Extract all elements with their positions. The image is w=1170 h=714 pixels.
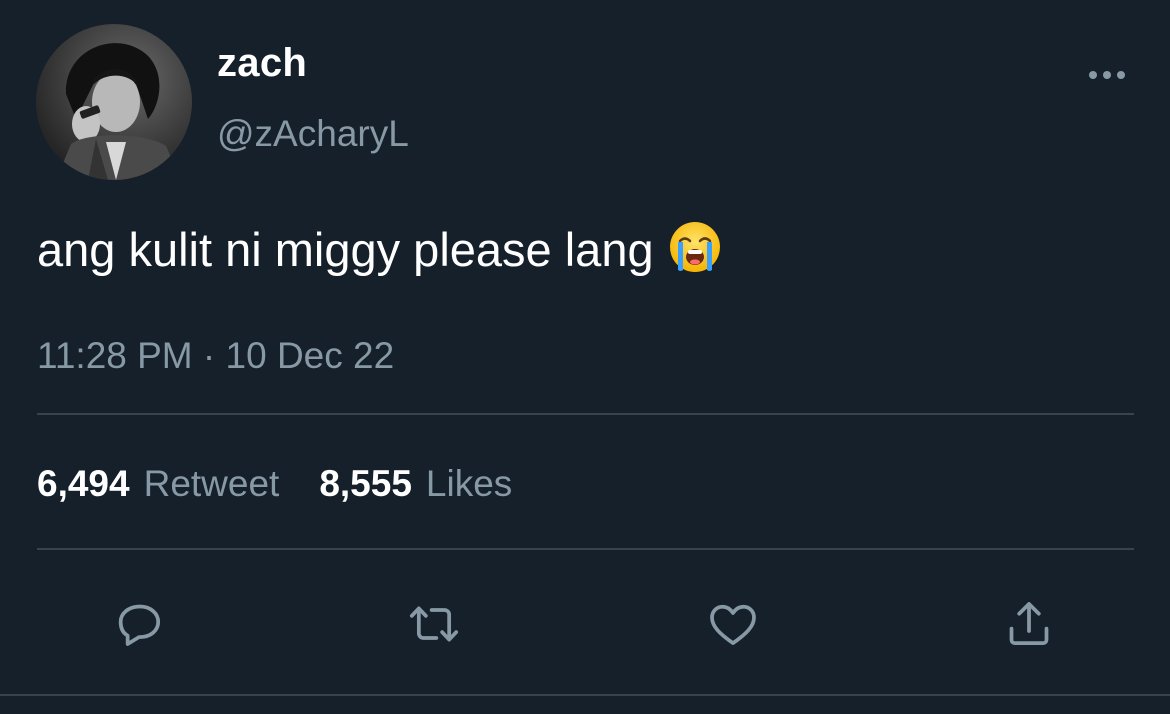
like-button[interactable]: [705, 596, 761, 652]
retweets-stat[interactable]: 6,494 Retweet: [37, 461, 279, 507]
retweets-count: 6,494: [37, 463, 130, 504]
more-icon: [1089, 71, 1125, 79]
retweet-icon: [409, 606, 459, 642]
tweet-time: 11:28 PM: [37, 335, 193, 376]
tweet-date: 10 Dec 22: [225, 335, 395, 376]
likes-label: Likes: [425, 463, 513, 504]
loudly-crying-face-icon: [668, 220, 722, 274]
divider: [37, 548, 1134, 550]
heart-icon: [710, 604, 756, 645]
likes-stat[interactable]: 8,555 Likes: [319, 461, 512, 507]
tweet-timestamp[interactable]: 11:28 PM · 10 Dec 22: [37, 334, 394, 378]
tweet-stats: 6,494 Retweet 8,555 Likes: [37, 461, 512, 507]
tweet-text-content: ang kulit ni miggy please lang: [37, 223, 654, 276]
avatar-photo: [36, 24, 192, 180]
likes-count: 8,555: [319, 463, 412, 504]
avatar[interactable]: [36, 24, 192, 180]
reply-button[interactable]: [112, 596, 168, 652]
tweet-detail: zach @zAcharyL ang kulit ni miggy please…: [0, 0, 1170, 714]
timestamp-separator: ·: [202, 335, 216, 376]
retweets-label: Retweet: [143, 463, 280, 504]
reply-icon: [118, 604, 161, 646]
tweet-text: ang kulit ni miggy please lang: [37, 220, 722, 279]
retweet-button[interactable]: [406, 596, 462, 652]
user-handle[interactable]: @zAcharyL: [217, 112, 409, 156]
divider: [37, 413, 1134, 415]
share-icon: [1009, 602, 1049, 645]
more-options-button[interactable]: [1086, 62, 1128, 88]
display-name[interactable]: zach: [217, 40, 307, 86]
share-button[interactable]: [1001, 596, 1057, 652]
divider: [0, 694, 1170, 696]
